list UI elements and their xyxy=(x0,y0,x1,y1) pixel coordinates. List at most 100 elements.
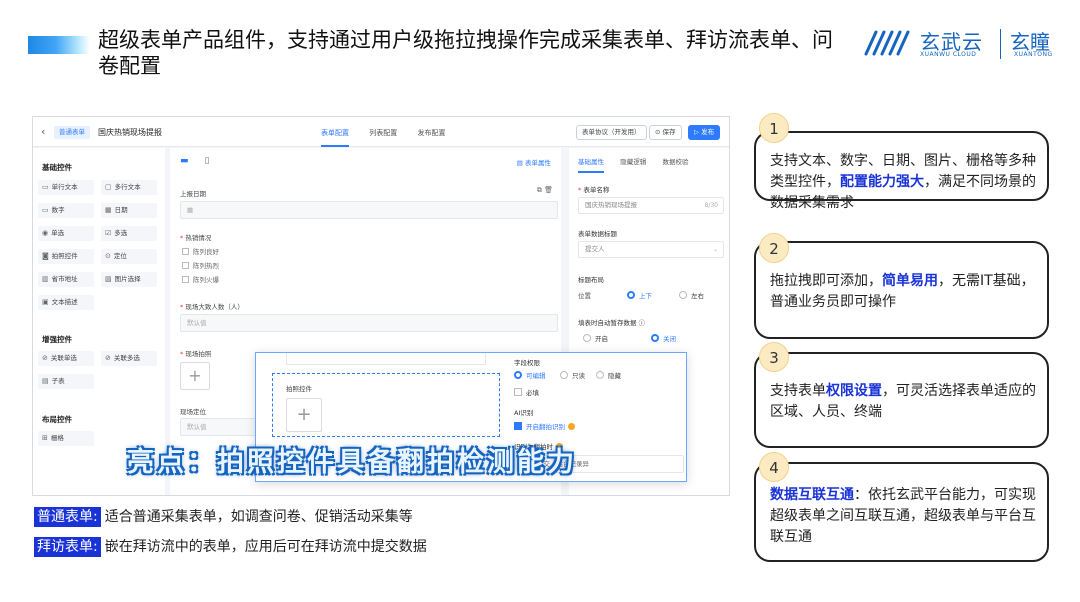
copy-delete-icon[interactable]: ⧉ 🗑 xyxy=(537,186,553,195)
perm-hidden-radio[interactable]: 隐藏 xyxy=(596,370,621,380)
hot-sale-option[interactable]: 陈列热烈 xyxy=(182,260,219,270)
form-attributes-link[interactable]: ▤ 表单属性 xyxy=(517,157,551,167)
control-text-desc[interactable]: ▣ 文本描述 xyxy=(38,295,94,310)
flip-detect-checkbox[interactable]: 开启翻拍识别 xyxy=(514,421,575,431)
control-image-select[interactable]: ▨ 图片选择 xyxy=(101,272,157,287)
control-label: 关联单选 xyxy=(50,354,77,362)
position-top-radio[interactable]: 上下 xyxy=(627,290,652,300)
photo-upload-plus-icon[interactable]: + xyxy=(180,362,210,390)
data-title-label: 表单数据标题 xyxy=(578,230,617,238)
help-icon: ⓘ xyxy=(636,319,646,327)
checkbox-icon: ☑ xyxy=(105,229,112,237)
control-label: 定位 xyxy=(113,252,127,260)
field-report-date-input[interactable]: ▦ xyxy=(180,201,558,219)
note-key: 普通表单: xyxy=(34,507,101,527)
control-subtable[interactable]: ▤ 子表 xyxy=(38,374,94,389)
autosave-on-radio[interactable]: 开启 xyxy=(583,333,608,343)
back-icon[interactable]: ‹ xyxy=(41,125,45,138)
ai-recognition-label: AI识别 xyxy=(514,409,534,417)
control-grid[interactable]: ⊞ 栅格 xyxy=(38,431,94,446)
note-key: 拜访表单: xyxy=(34,537,101,557)
feature-text: 支持文本、数字、日期、图片、栅格等多种类型控件，配置能力强大，满足不同场景的数据… xyxy=(770,151,1038,214)
help-icon xyxy=(568,423,575,430)
feature-highlight: 数据互联互通 xyxy=(770,487,854,503)
properties-tabs: 基础属性 隐藏逻辑 数据校验 xyxy=(578,156,702,173)
device-switch: ▬ ▯ xyxy=(180,156,225,166)
title-accent-bar xyxy=(28,36,90,54)
basic-controls-title: 基础控件 xyxy=(42,163,72,172)
feature-card-3: 支持表单权限设置，可灵活选择表单适应的区域、人员、终端 xyxy=(754,352,1049,448)
field-hot-sale-text: 热销情况 xyxy=(185,234,212,242)
perm-readonly-radio[interactable]: 只读 xyxy=(560,370,585,380)
form-attributes-label: 表单属性 xyxy=(525,159,551,167)
enhanced-controls-title: 增强控件 xyxy=(42,335,72,344)
tab-basic-props[interactable]: 基础属性 xyxy=(578,156,604,173)
tab-form-config[interactable]: 表单配置 xyxy=(321,128,349,147)
control-multi-text[interactable]: ▢ 多行文本 xyxy=(101,180,157,195)
number-icon: ▭ xyxy=(42,206,49,214)
note-normal-form: 普通表单: 适合普通采集表单，如调查问卷、促销活动采集等 xyxy=(34,506,413,527)
tab-publish-config[interactable]: 发布配置 xyxy=(417,128,445,138)
control-label: 子表 xyxy=(51,377,65,385)
position-label: 位置 xyxy=(578,292,591,300)
position-left-radio[interactable]: 左右 xyxy=(679,290,704,300)
required-checkbox[interactable]: 必填 xyxy=(514,387,539,397)
publish-button[interactable]: ▷ 发布 xyxy=(688,125,721,140)
publish-label: 发布 xyxy=(701,128,715,136)
save-icon: ⊙ xyxy=(655,128,663,136)
note-text: 嵌在拜访流中的表单，应用后可在拜访流中提交数据 xyxy=(104,539,427,555)
field-photo-label: * 现场拍照 xyxy=(180,350,212,358)
radio-icon: ◉ xyxy=(42,229,49,237)
autosave-off-radio[interactable]: 关闭 xyxy=(651,333,676,343)
control-radio[interactable]: ◉ 单选 xyxy=(38,226,94,241)
control-single-text[interactable]: ▭ 单行文本 xyxy=(38,180,94,195)
control-label: 多行文本 xyxy=(114,183,141,191)
save-button[interactable]: ⊙ 保存 xyxy=(649,125,682,140)
field-people-count-input[interactable]: 默认值 xyxy=(180,314,558,332)
control-label: 单选 xyxy=(51,229,65,237)
perm-editable-radio[interactable]: 可编辑 xyxy=(514,370,546,380)
feature-card-4: 数据互联互通：依托玄武平台能力，可实现超级表单之间互联互通，超级表单与平台互联互… xyxy=(754,462,1049,562)
grid-icon: ⊞ xyxy=(42,434,48,442)
protocol-button[interactable]: 表单协议（开发用） xyxy=(576,125,647,140)
control-checkbox[interactable]: ☑ 多选 xyxy=(101,226,157,241)
control-date[interactable]: ▦ 日期 xyxy=(101,203,157,218)
hot-sale-option[interactable]: 陈列良好 xyxy=(182,246,219,256)
form-type-tag: 普通表单 xyxy=(54,126,90,139)
chevron-down-icon: ⌄ xyxy=(712,246,718,253)
field-people-count-label: * 现场大致人数（人） xyxy=(180,303,244,311)
control-number[interactable]: ▭ 数字 xyxy=(38,203,94,218)
tab-hidden-logic[interactable]: 隐藏逻辑 xyxy=(620,156,646,166)
feature-number-badge: 1 xyxy=(759,113,789,143)
form-name-text: 表单名称 xyxy=(583,186,610,194)
control-photo[interactable]: ◙ 拍照控件 xyxy=(38,249,94,264)
mobile-icon[interactable]: ▯ xyxy=(205,156,210,166)
control-label: 文本描述 xyxy=(51,298,78,306)
link-icon: ⊘ xyxy=(42,354,48,362)
desktop-icon[interactable]: ▬ xyxy=(180,156,189,166)
tab-data-validation[interactable]: 数据校验 xyxy=(662,156,688,166)
control-label: 多选 xyxy=(114,229,128,237)
control-address[interactable]: ▥ 省市地址 xyxy=(38,272,94,287)
control-location[interactable]: ⊙ 定位 xyxy=(101,249,157,264)
textarea-icon: ▢ xyxy=(105,183,112,191)
control-link-single[interactable]: ⊘ 关联单选 xyxy=(38,351,94,366)
control-link-multi[interactable]: ⊘ 关联多选 xyxy=(101,351,157,366)
feature-text: 拖拉拽即可添加，简单易用，无需IT基础，普通业务员即可操作 xyxy=(770,271,1038,313)
control-label: 关联多选 xyxy=(113,354,140,362)
settings-icon: ▤ xyxy=(516,159,525,167)
data-title-select[interactable]: 提交人 ⌄ xyxy=(578,241,724,258)
feature-number-badge: 2 xyxy=(759,233,789,263)
hot-sale-option[interactable]: 陈列火爆 xyxy=(182,274,219,284)
photo-upload-plus-icon[interactable]: + xyxy=(286,398,322,432)
link-icon: ⊘ xyxy=(105,354,111,362)
tab-list-config[interactable]: 列表配置 xyxy=(369,128,397,138)
note-text: 适合普通采集表单，如调查问卷、促销活动采集等 xyxy=(104,509,413,525)
form-name-input[interactable]: 国庆热销现场提报 8/30 xyxy=(578,197,724,214)
image-icon: ▨ xyxy=(105,275,112,283)
field-report-date-label: 上报日期 xyxy=(180,190,206,198)
control-label: 日期 xyxy=(114,206,128,214)
field-location-input[interactable]: 默认值 xyxy=(180,418,260,436)
form-title: 国庆热销现场提报 xyxy=(98,128,162,137)
calendar-icon: ▦ xyxy=(187,206,194,214)
